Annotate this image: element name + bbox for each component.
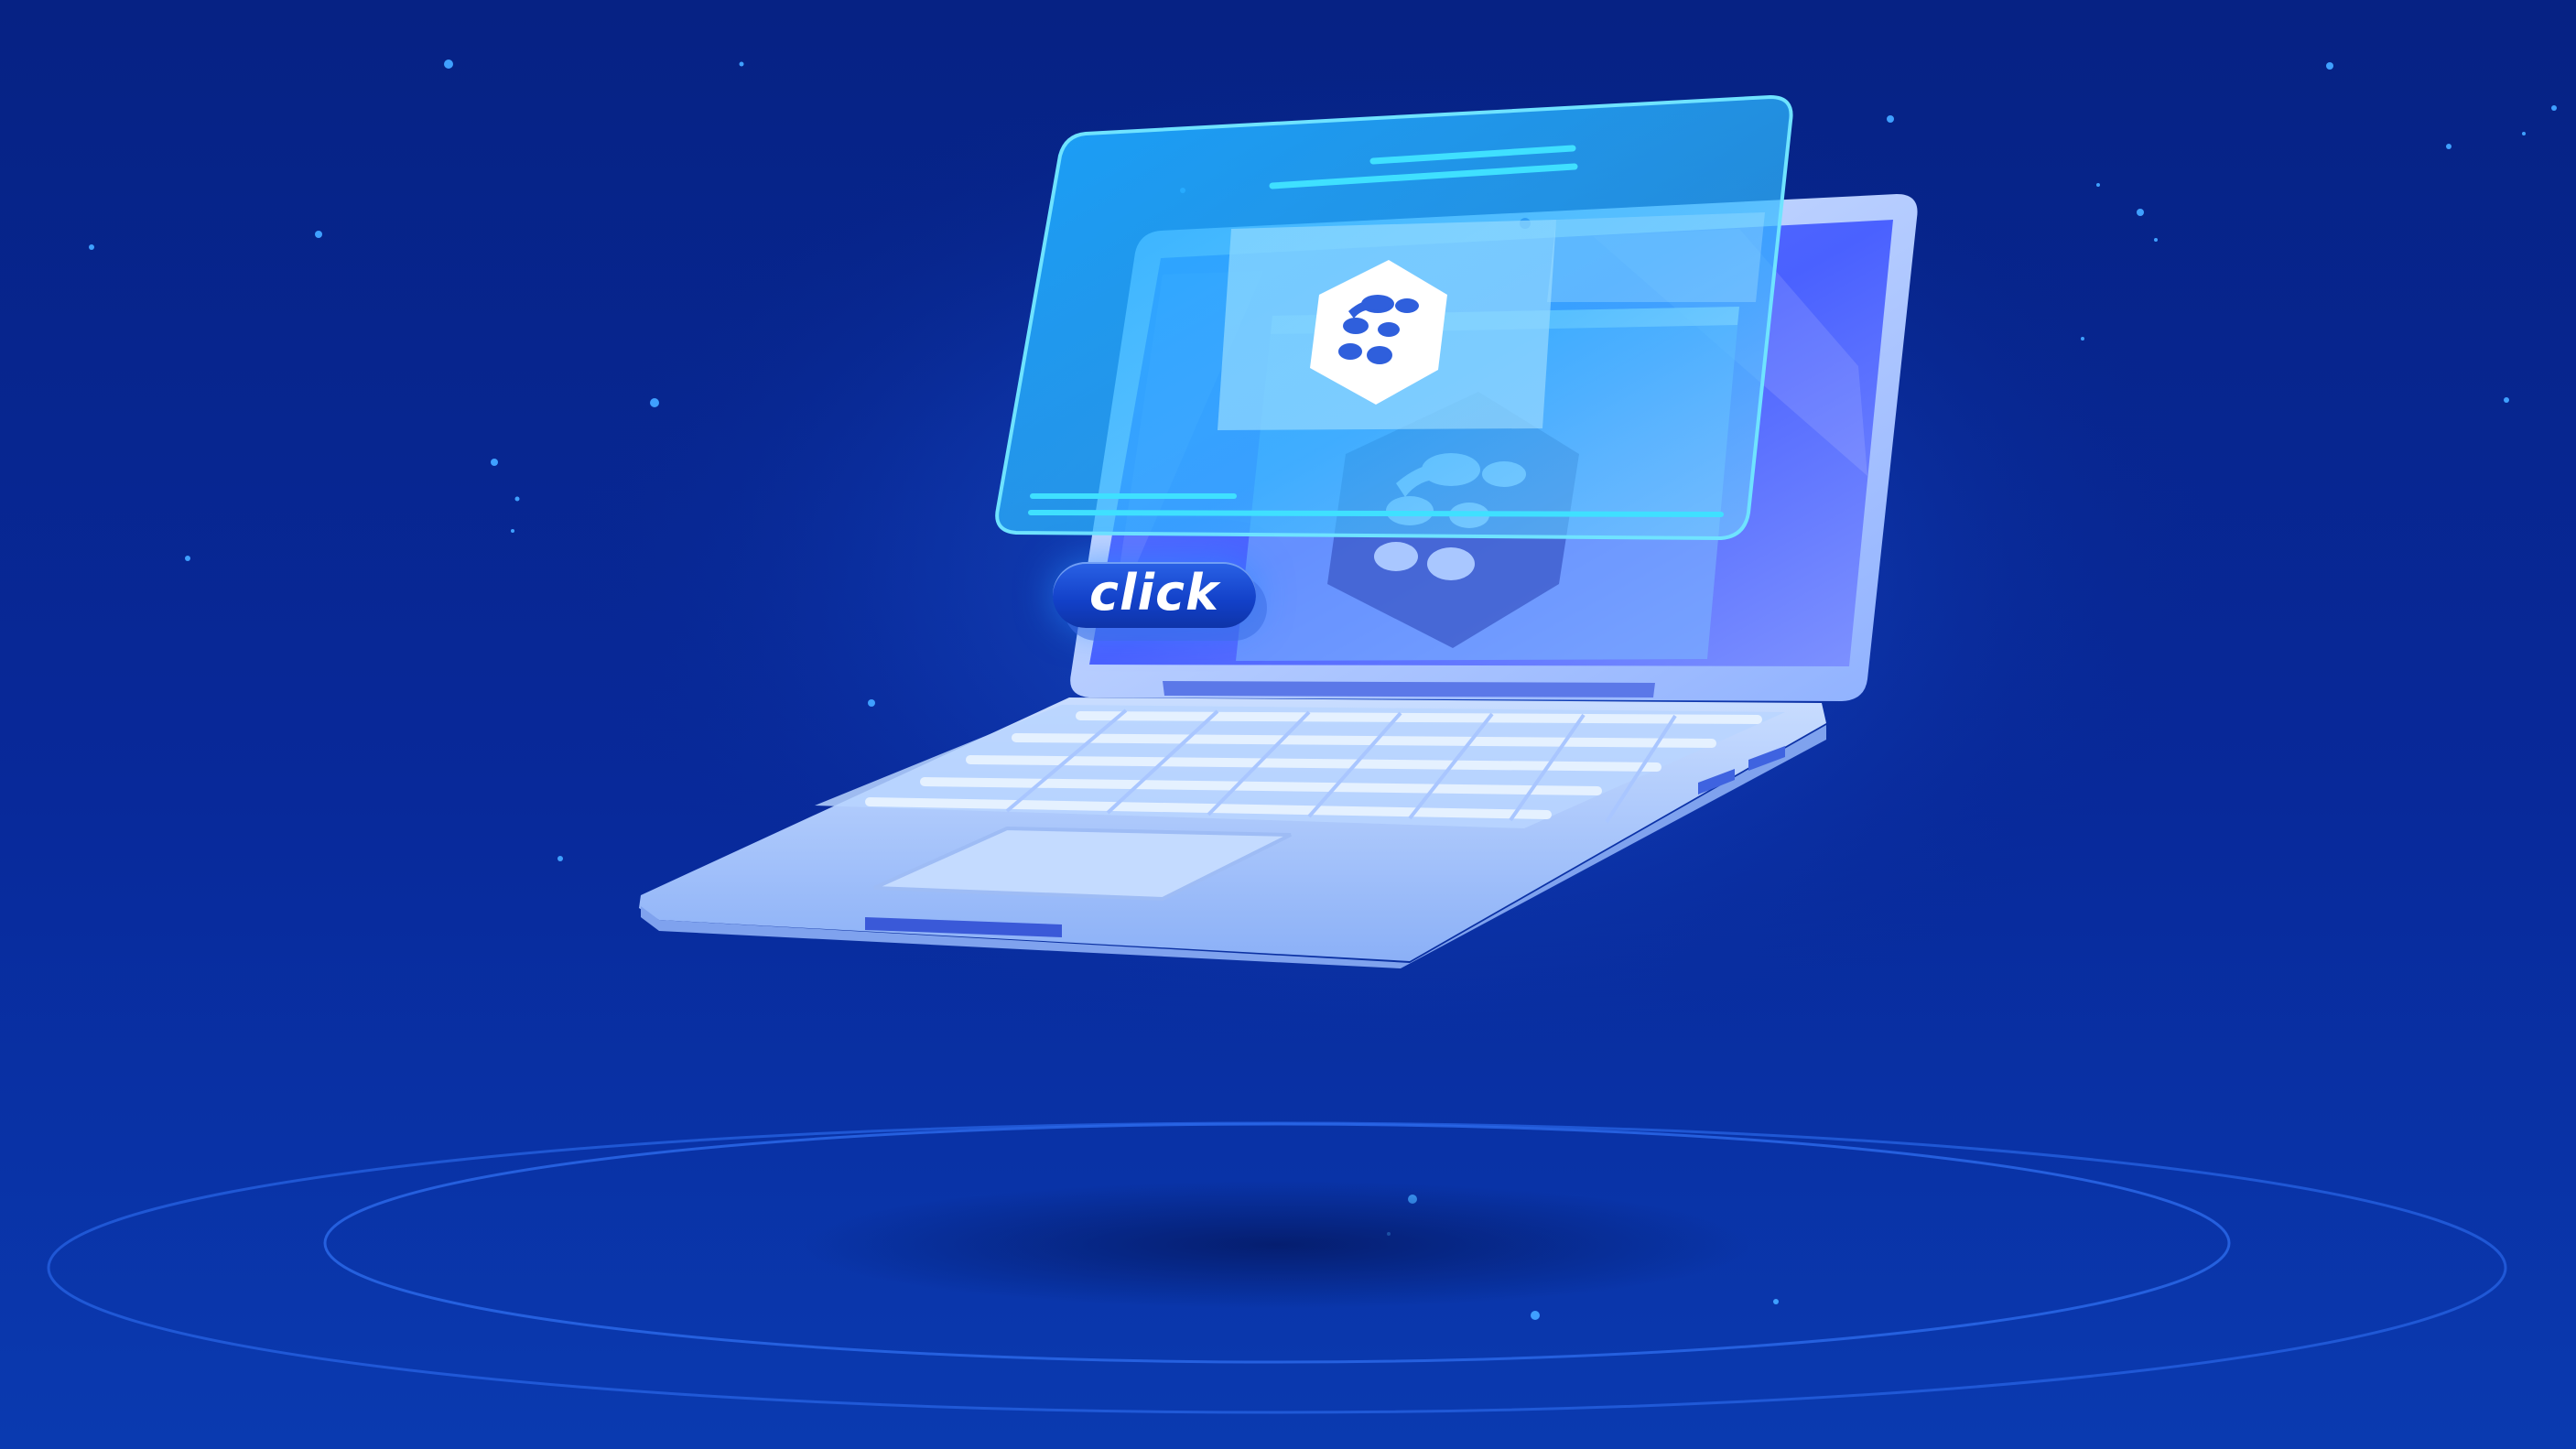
click-button[interactable]: click (1053, 562, 1256, 628)
scene-canvas (0, 0, 2576, 1449)
illustration-stage: click (0, 0, 2576, 1449)
floor-shadow (801, 1181, 1753, 1309)
click-button-label: click (1089, 564, 1219, 622)
